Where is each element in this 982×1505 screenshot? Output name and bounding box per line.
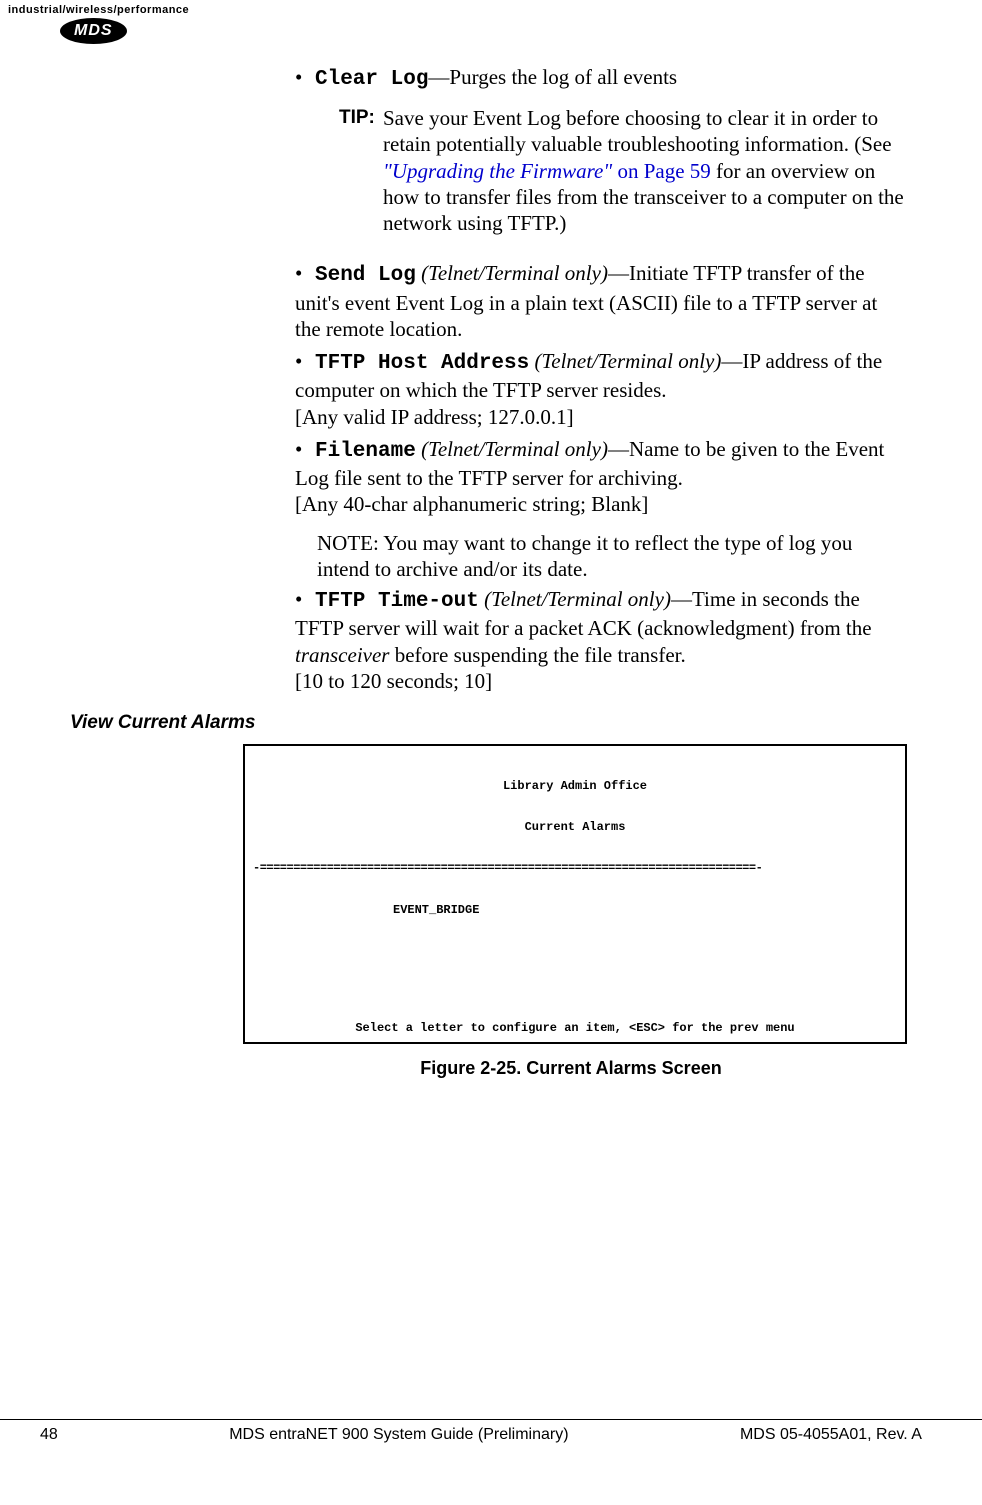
bullet-marker: • bbox=[295, 348, 315, 374]
terminal-title2: Current Alarms bbox=[253, 821, 897, 835]
clear-log-label: Clear Log bbox=[315, 68, 428, 91]
tftp-host-range: [Any valid IP address; 127.0.0.1] bbox=[295, 405, 574, 429]
filename-label: Filename bbox=[315, 440, 416, 463]
filename-item: •Filename (Telnet/Terminal only)—Name to… bbox=[295, 436, 907, 518]
brand-tagline: industrial/wireless/performance bbox=[0, 0, 982, 18]
terminal-separator: -=======================================… bbox=[253, 862, 897, 876]
note-block: NOTE: You may want to change it to refle… bbox=[317, 530, 907, 583]
clear-log-desc: —Purges the log of all events bbox=[428, 65, 677, 89]
document-content: •Clear Log—Purges the log of all events … bbox=[0, 54, 982, 1079]
bullet-marker: • bbox=[295, 586, 315, 612]
send-log-qualifier: (Telnet/Terminal only) bbox=[416, 261, 608, 285]
terminal-screen: Library Admin Office Current Alarms -===… bbox=[243, 744, 907, 1044]
tftp-timeout-range: [10 to 120 seconds; 10] bbox=[295, 669, 492, 693]
terminal-body: EVENT_BRIDGE bbox=[253, 904, 897, 918]
filename-range: [Any 40-char alphanumeric string; Blank] bbox=[295, 492, 648, 516]
tftp-timeout-desc-italic: transceiver bbox=[295, 643, 389, 667]
section-heading-view-alarms: View Current Alarms bbox=[70, 712, 907, 734]
tip-link-italic: "Upgrading the Firmware" bbox=[383, 159, 612, 183]
tip-text-before: Save your Event Log before choosing to c… bbox=[383, 106, 892, 156]
tip-link[interactable]: "Upgrading the Firmware" on Page 59 bbox=[383, 159, 711, 183]
footer-doc-id: MDS 05-4055A01, Rev. A bbox=[740, 1426, 922, 1444]
footer-doc-title: MDS entraNET 900 System Guide (Prelimina… bbox=[229, 1426, 568, 1444]
tftp-timeout-desc-after: before suspending the file transfer. bbox=[389, 643, 685, 667]
mds-logo: MDS bbox=[60, 18, 127, 44]
terminal-title1: Library Admin Office bbox=[253, 780, 897, 794]
tftp-host-label: TFTP Host Address bbox=[315, 352, 529, 375]
bullet-marker: • bbox=[295, 260, 315, 286]
clear-log-item: •Clear Log—Purges the log of all events bbox=[295, 64, 907, 93]
page-footer: 48 MDS entraNET 900 System Guide (Prelim… bbox=[0, 1419, 982, 1464]
tip-block: TIP: Save your Event Log before choosing… bbox=[339, 103, 907, 236]
tip-label: TIP: bbox=[339, 107, 375, 128]
tftp-timeout-item: •TFTP Time-out (Telnet/Terminal only)—Ti… bbox=[295, 586, 907, 694]
tftp-timeout-qualifier: (Telnet/Terminal only) bbox=[479, 587, 671, 611]
figure-caption: Figure 2-25. Current Alarms Screen bbox=[235, 1058, 907, 1079]
footer-page-number: 48 bbox=[40, 1426, 58, 1444]
filename-qualifier: (Telnet/Terminal only) bbox=[416, 437, 608, 461]
tftp-host-item: •TFTP Host Address (Telnet/Terminal only… bbox=[295, 348, 907, 430]
bullet-marker: • bbox=[295, 64, 315, 90]
terminal-footer: Select a letter to configure an item, <E… bbox=[245, 1022, 905, 1036]
bullet-marker: • bbox=[295, 436, 315, 462]
tftp-host-qualifier: (Telnet/Terminal only) bbox=[529, 349, 721, 373]
send-log-item: •Send Log (Telnet/Terminal only)—Initiat… bbox=[295, 260, 907, 342]
tftp-timeout-label: TFTP Time-out bbox=[315, 590, 479, 613]
send-log-label: Send Log bbox=[315, 264, 416, 287]
logo-container: MDS bbox=[0, 18, 982, 54]
tip-link-page: on Page 59 bbox=[612, 159, 711, 183]
